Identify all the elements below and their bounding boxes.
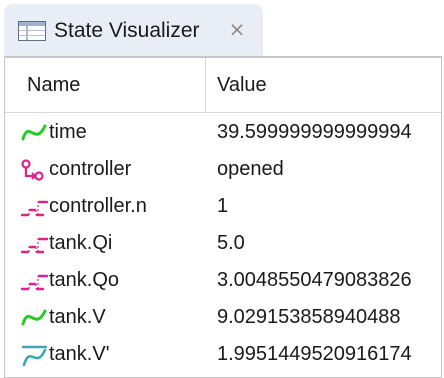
continuous-variable-icon <box>21 122 49 144</box>
tab-state-visualizer[interactable]: State Visualizer ⨯ <box>4 4 263 56</box>
close-icon[interactable]: ⨯ <box>224 16 250 44</box>
table-header: Name Value <box>5 58 441 113</box>
table-row[interactable]: controller opened <box>5 151 441 188</box>
discrete-variable-icon <box>20 270 49 292</box>
variable-value: 9.029153858940488 <box>217 306 401 328</box>
continuous-variable-icon <box>21 307 49 329</box>
column-header-name[interactable]: Name <box>27 58 80 112</box>
variable-name: tank.V <box>49 306 106 328</box>
variable-name: tank.Qi <box>49 232 113 254</box>
variable-value: 39.599999999999994 <box>217 121 412 143</box>
column-divider[interactable] <box>205 58 206 112</box>
column-header-value[interactable]: Value <box>217 58 267 112</box>
discrete-variable-icon <box>20 233 49 255</box>
tab-strip: State Visualizer ⨯ <box>0 0 444 56</box>
tab-title: State Visualizer <box>54 19 200 42</box>
table-row[interactable]: controller.n 1 <box>5 188 441 225</box>
state-visualizer-view: State Visualizer ⨯ Name Value time 39.59… <box>0 0 444 378</box>
table-row[interactable]: tank.V 9.029153858940488 <box>5 299 441 336</box>
variable-value: 5.0 <box>217 232 245 254</box>
variable-name: time <box>49 121 87 143</box>
state-table: Name Value time 39.599999999999994 contr… <box>4 56 442 378</box>
table-row[interactable]: tank.Qi 5.0 <box>5 225 441 262</box>
variable-value: 1.9951449520916174 <box>217 343 412 365</box>
variable-value: 1 <box>217 195 229 217</box>
variable-name: tank.V' <box>49 343 110 365</box>
table-row[interactable]: tank.Qo 3.0048550479083826 <box>5 262 441 299</box>
table-row[interactable]: time 39.599999999999994 <box>5 114 441 151</box>
derivative-variable-icon <box>21 344 49 367</box>
state-visualizer-view-icon <box>18 21 46 46</box>
variable-name: controller.n <box>49 195 147 217</box>
variable-value: 3.0048550479083826 <box>217 269 412 291</box>
automaton-icon <box>21 159 49 181</box>
discrete-variable-icon <box>20 196 49 218</box>
variable-name: controller <box>49 158 132 180</box>
table-row[interactable]: tank.V' 1.9951449520916174 <box>5 336 441 373</box>
variable-name: tank.Qo <box>49 269 120 291</box>
variable-value: opened <box>217 158 284 180</box>
